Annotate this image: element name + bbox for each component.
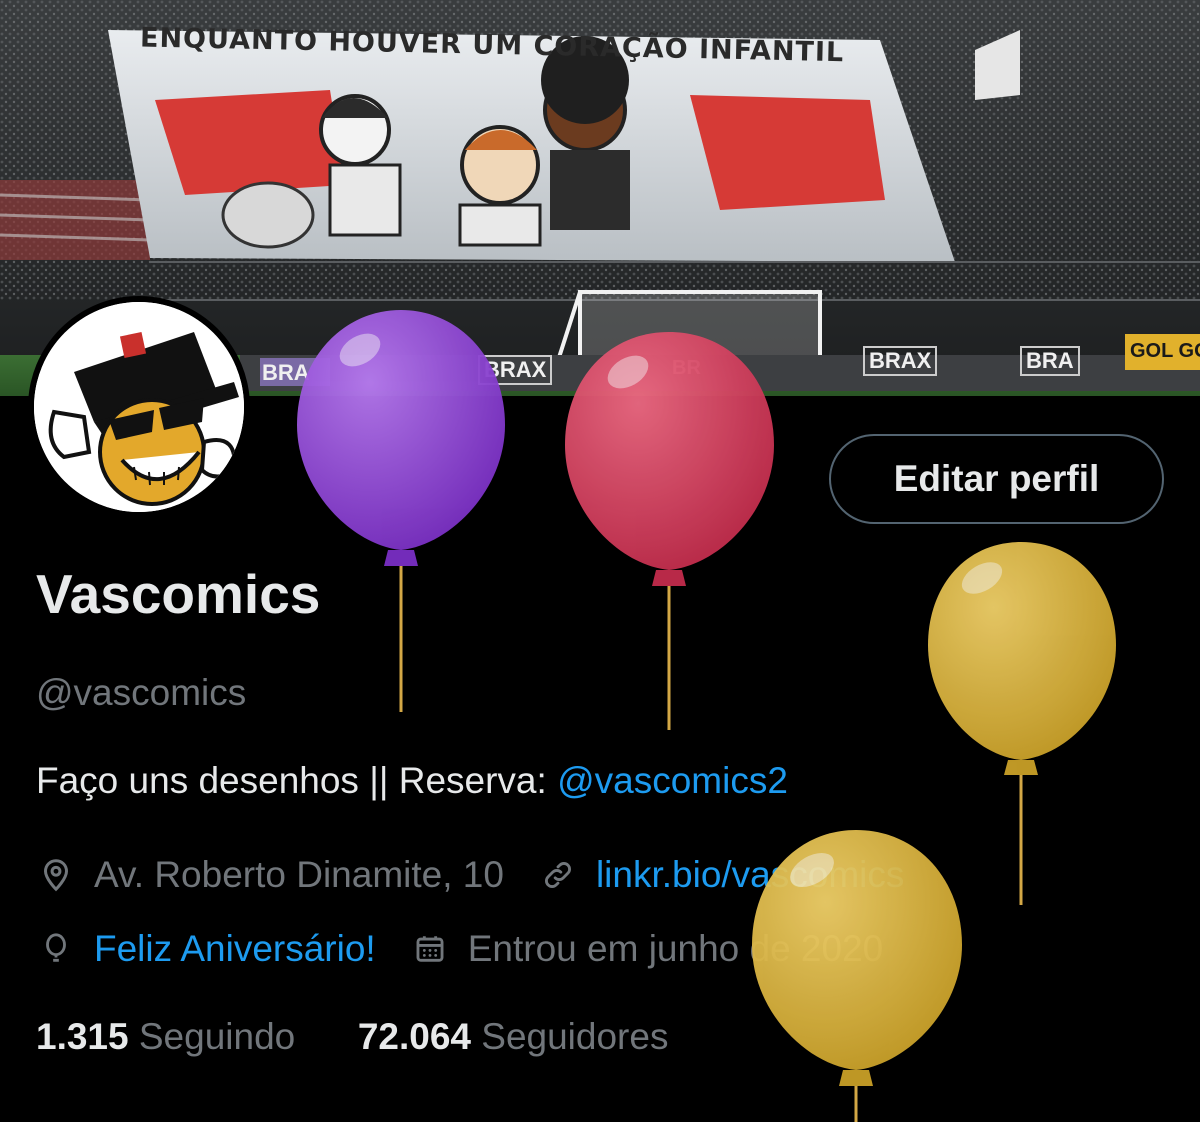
profile-meta-row: Feliz Aniversário! Entrou em junho de 20… xyxy=(36,926,883,972)
birthday-item: Feliz Aniversário! xyxy=(36,928,376,970)
profile-meta-row: Av. Roberto Dinamite, 10 linkr.bio/vasco… xyxy=(36,852,904,898)
gold-balloon xyxy=(928,542,1116,905)
bio-mention-link[interactable]: @vascomics2 xyxy=(557,760,788,801)
location-item: Av. Roberto Dinamite, 10 xyxy=(36,854,504,896)
profile-page: ENQUANTO HOUVER UM CORAÇÃO INFANTIL BRA … xyxy=(0,0,1200,1122)
balloon-icon xyxy=(36,929,76,969)
profile-bio: Faço uns desenhos || Reserva: @vascomics… xyxy=(36,760,788,802)
location-text: Av. Roberto Dinamite, 10 xyxy=(94,854,504,895)
followers-label: Seguidores xyxy=(481,1016,669,1057)
location-pin-icon xyxy=(36,855,76,895)
link-icon xyxy=(538,855,578,895)
joined-item: Entrou em junho de 2020 xyxy=(410,928,884,970)
ad-board-label: BRAX xyxy=(478,355,553,385)
calendar-icon xyxy=(410,929,450,969)
website-link[interactable]: linkr.bio/vascomics xyxy=(596,854,904,896)
joined-text: Entrou em junho de 2020 xyxy=(467,928,884,969)
ad-board-label: BRAX xyxy=(863,346,938,376)
ad-board-label: BRA xyxy=(1020,346,1080,376)
avatar-image xyxy=(34,302,244,512)
ad-board-label: BRA xyxy=(262,360,310,385)
ad-board-label: BR xyxy=(672,357,701,379)
display-name: Vascomics xyxy=(36,563,321,625)
followers-count: 72.064 xyxy=(357,1016,471,1057)
ad-board-label: GOL GOL xyxy=(1130,340,1200,362)
following-label: Seguindo xyxy=(138,1016,296,1057)
user-handle: @vascomics xyxy=(36,672,247,713)
followers-link[interactable]: 72.064 Seguidores xyxy=(358,1016,669,1058)
edit-profile-button[interactable]: Editar perfil xyxy=(829,434,1164,524)
bio-text: Faço uns desenhos || Reserva: xyxy=(36,760,558,801)
birthday-link[interactable]: Feliz Aniversário! xyxy=(94,928,376,970)
follow-stats: 1.315 Seguindo 72.064 Seguidores xyxy=(36,1016,668,1058)
profile-avatar[interactable] xyxy=(28,296,250,518)
website-item[interactable]: linkr.bio/vascomics xyxy=(538,854,904,896)
following-link[interactable]: 1.315 Seguindo xyxy=(36,1016,295,1058)
following-count: 1.315 xyxy=(36,1016,129,1057)
